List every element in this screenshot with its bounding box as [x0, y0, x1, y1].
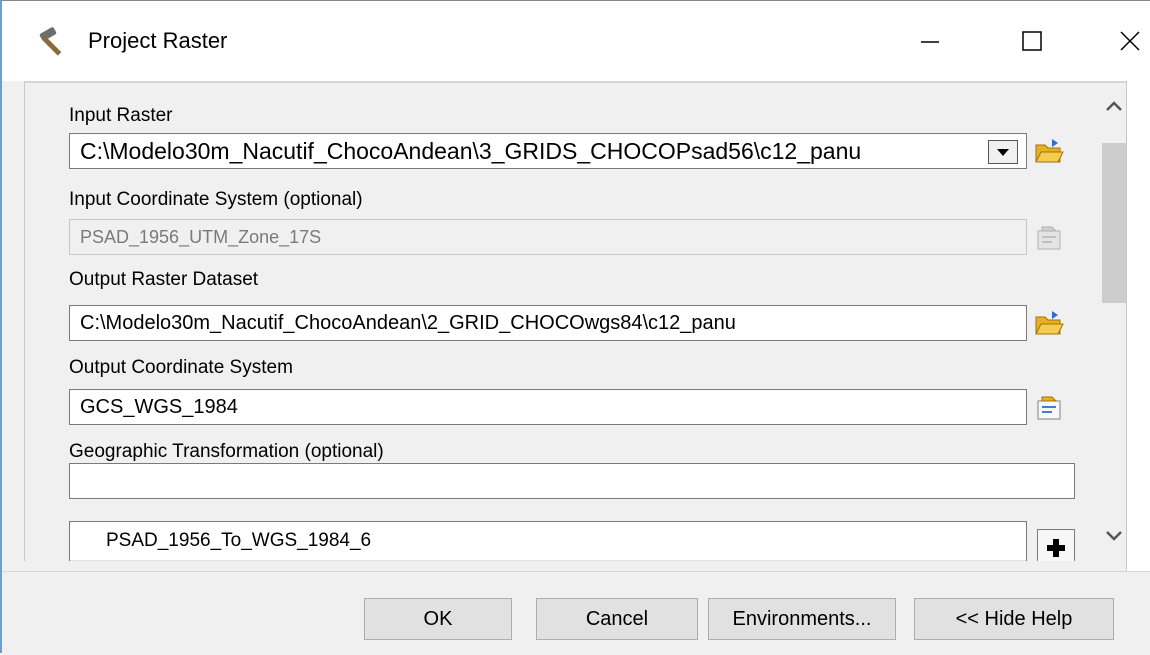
minimize-button[interactable]	[902, 15, 958, 67]
properties-icon	[1037, 226, 1061, 250]
chevron-down-icon	[1106, 531, 1122, 541]
output-raster-field[interactable]: C:\Modelo30m_Nacutif_ChocoAndean\2_GRID_…	[69, 305, 1027, 341]
hammer-icon	[36, 25, 70, 57]
button-bar: OK Cancel Environments... << Hide Help	[2, 571, 1150, 655]
output-coord-field[interactable]: GCS_WGS_1984	[69, 389, 1027, 425]
dropdown-arrow-button[interactable]	[988, 140, 1018, 164]
input-coord-properties-button	[1031, 219, 1067, 255]
list-divider	[70, 560, 1026, 561]
open-folder-icon	[1035, 311, 1064, 335]
input-raster-combo[interactable]: C:\Modelo30m_Nacutif_ChocoAndean\3_GRIDS…	[69, 133, 1027, 169]
open-folder-icon	[1035, 139, 1064, 163]
cancel-button[interactable]: Cancel	[536, 598, 698, 640]
title-bar: Project Raster	[2, 1, 1150, 81]
project-raster-dialog: Project Raster Input Raster C:\Modelo30m…	[0, 0, 1150, 655]
chevron-down-icon	[997, 149, 1009, 156]
scroll-thumb[interactable]	[1102, 143, 1126, 303]
chevron-up-icon	[1106, 101, 1122, 111]
geo-transform-field[interactable]	[69, 463, 1075, 499]
hide-help-button[interactable]: << Hide Help	[914, 598, 1114, 640]
vertical-scrollbar[interactable]	[1101, 83, 1126, 561]
input-coord-label: Input Coordinate System (optional)	[69, 189, 363, 210]
list-item[interactable]: PSAD_1956_To_WGS_1984_6	[106, 530, 371, 552]
maximize-icon	[1022, 31, 1042, 51]
scroll-down-button[interactable]	[1101, 523, 1126, 549]
maximize-button[interactable]	[1004, 15, 1060, 67]
scroll-up-button[interactable]	[1101, 93, 1126, 119]
input-coord-field: PSAD_1956_UTM_Zone_17S	[69, 219, 1027, 255]
ok-button[interactable]: OK	[364, 598, 512, 640]
geo-transform-label: Geographic Transformation (optional)	[69, 441, 384, 462]
browse-input-raster-button[interactable]	[1031, 133, 1067, 169]
properties-icon	[1037, 396, 1061, 420]
parameters-panel: Input Raster C:\Modelo30m_Nacutif_ChocoA…	[24, 81, 1126, 561]
minimize-icon	[921, 41, 939, 43]
add-transformation-button[interactable]	[1037, 529, 1075, 561]
input-raster-value: C:\Modelo30m_Nacutif_ChocoAndean\3_GRIDS…	[80, 138, 862, 164]
close-button[interactable]	[1102, 15, 1150, 67]
plus-icon	[1047, 539, 1065, 557]
input-raster-label: Input Raster	[69, 105, 173, 126]
close-icon	[1120, 31, 1140, 51]
window-title: Project Raster	[88, 28, 228, 53]
browse-output-raster-button[interactable]	[1031, 305, 1067, 341]
output-coord-label: Output Coordinate System	[69, 357, 293, 378]
output-raster-label: Output Raster Dataset	[69, 269, 259, 290]
help-panel-edge	[1126, 81, 1150, 571]
environments-button[interactable]: Environments...	[708, 598, 896, 640]
geo-transform-list[interactable]: PSAD_1956_To_WGS_1984_6	[69, 521, 1027, 561]
output-coord-properties-button[interactable]	[1031, 389, 1067, 425]
